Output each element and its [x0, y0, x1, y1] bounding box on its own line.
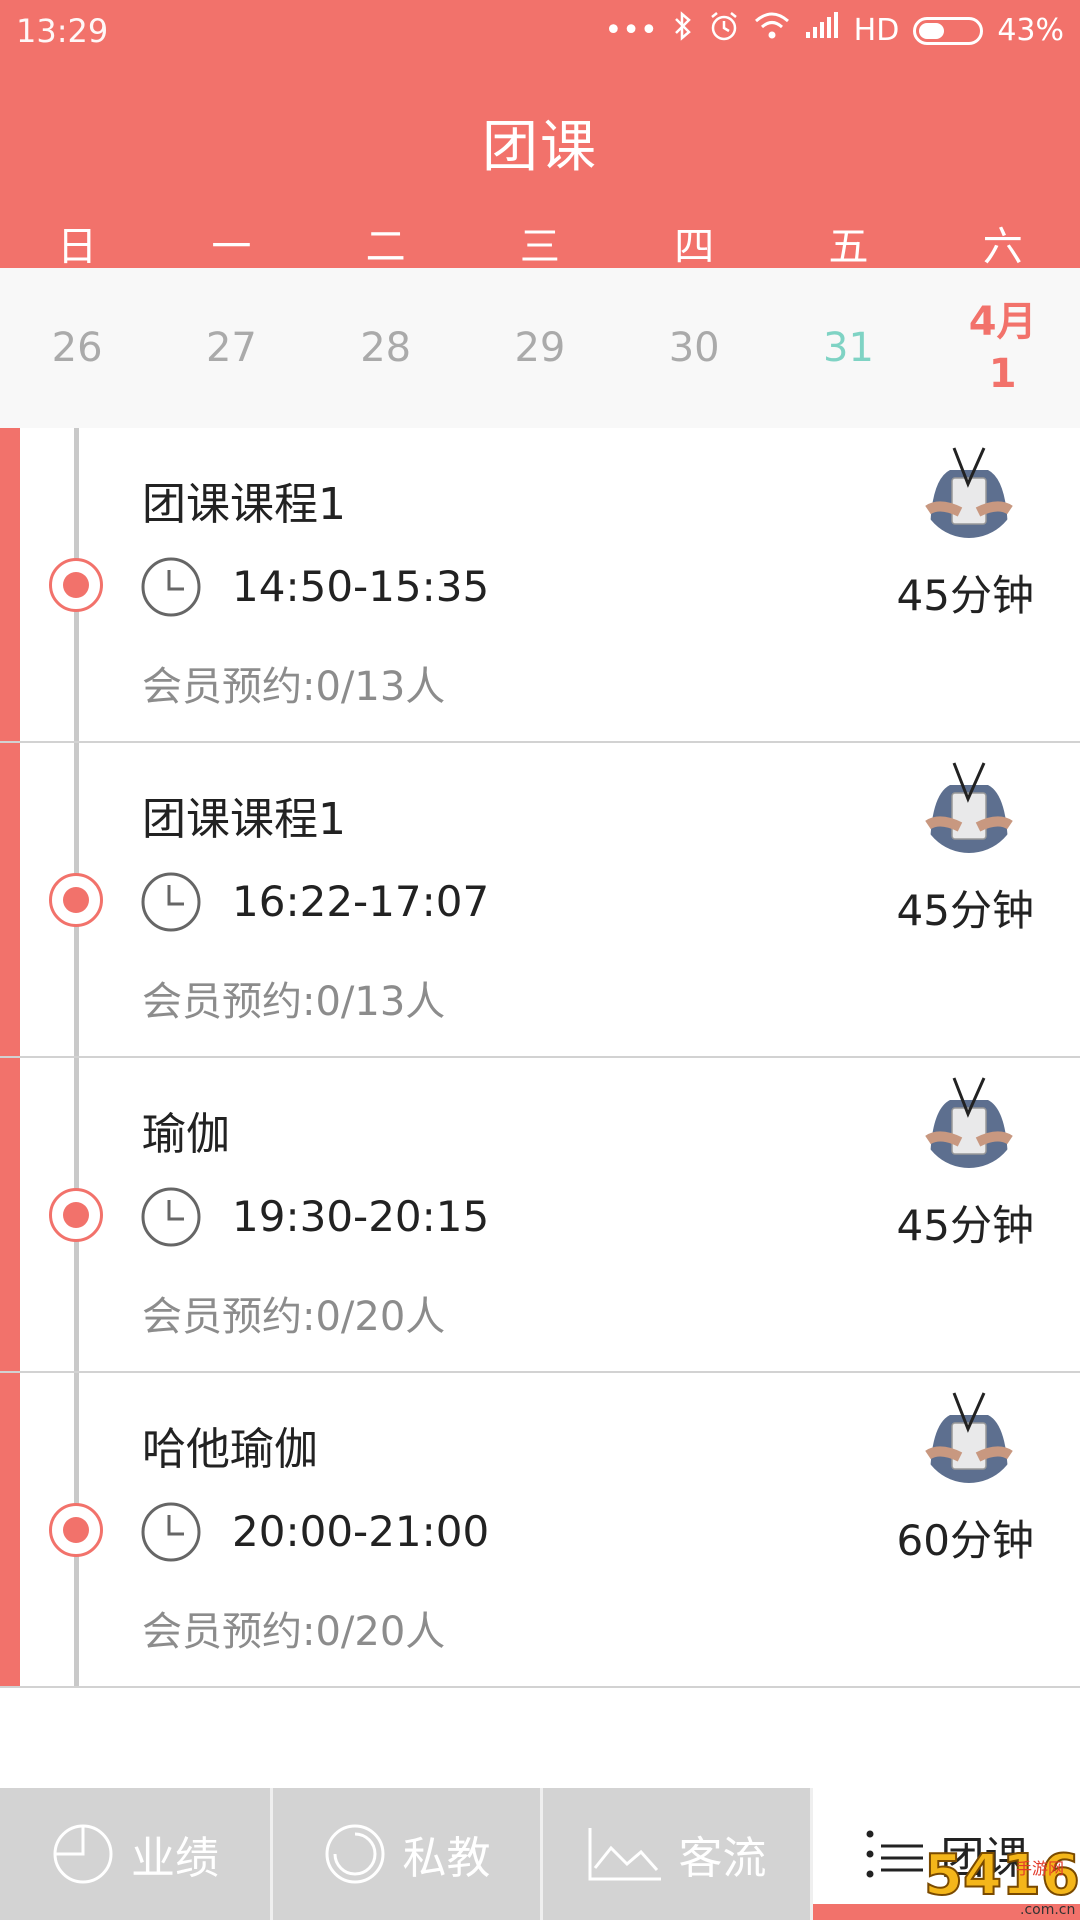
date-cell[interactable]: 29 — [463, 268, 617, 428]
svg-text:手游网: 手游网 — [1016, 1859, 1064, 1878]
date-cell[interactable]: 30 — [617, 268, 771, 428]
course-name: 哈他瑜伽 — [142, 1424, 318, 1475]
timeline-dot-icon — [49, 1503, 103, 1557]
weekday-label: 四 — [674, 224, 715, 270]
weekday-label: 日 — [57, 224, 98, 270]
clock-icon — [141, 1502, 201, 1562]
header: 13:29 ••• HD 43% 团课 日 一 二 三 四 五 六 — [0, 0, 1080, 270]
selected-day: 1 — [988, 351, 1017, 397]
tab-label: 私教 — [402, 1833, 491, 1884]
status-time: 13:29 — [16, 12, 109, 50]
battery-icon — [913, 16, 984, 45]
wifi-icon — [754, 11, 790, 50]
tab-performance[interactable]: 业绩 — [0, 1788, 270, 1920]
course-name: 瑜伽 — [142, 1109, 230, 1160]
timeline-dot-icon — [49, 1188, 103, 1242]
clock-icon — [141, 557, 201, 617]
more-dots-icon: ••• — [604, 12, 658, 48]
weekday-label: 三 — [519, 224, 560, 270]
course-booking: 会员预约:0/13人 — [142, 664, 446, 710]
tab-customer-flow[interactable]: 客流 — [540, 1788, 810, 1920]
coach-avatar[interactable] — [920, 1070, 1018, 1168]
accent-bar — [0, 1058, 20, 1371]
tab-private-coaching[interactable]: 私教 — [270, 1788, 540, 1920]
course-booking: 会员预约:0/20人 — [142, 1294, 446, 1340]
date-cell[interactable]: 26 — [0, 268, 154, 428]
line-chart-icon — [588, 1828, 661, 1881]
course-list: 团课课程1 14:50-15:35 会员预约:0/13人 45分钟 团课课程1 … — [0, 428, 1080, 1688]
weekday-row: 日 一 二 三 四 五 六 — [0, 214, 1080, 272]
course-name: 团课课程1 — [142, 794, 346, 845]
coach-avatar[interactable] — [920, 1385, 1018, 1483]
date-cell-selected[interactable]: 4月 1 — [926, 268, 1080, 428]
alarm-icon — [708, 10, 740, 51]
coach-avatar[interactable] — [920, 755, 1018, 853]
network-type: HD — [853, 12, 900, 48]
pie-chart-icon — [53, 1824, 113, 1884]
tab-label: 客流 — [678, 1833, 767, 1884]
battery-percent: 43% — [997, 12, 1064, 48]
accent-bar — [0, 1373, 20, 1686]
date-cell[interactable]: 28 — [309, 268, 463, 428]
course-time: 16:22-17:07 — [232, 877, 490, 926]
clock-icon — [141, 872, 201, 932]
course-name: 团课课程1 — [142, 479, 346, 530]
course-booking: 会员预约:0/20人 — [142, 1609, 446, 1655]
date-strip: 26 27 28 29 30 31 4月 1 — [0, 268, 1080, 428]
weekday-label: 一 — [211, 224, 252, 270]
course-item[interactable]: 团课课程1 14:50-15:35 会员预约:0/13人 45分钟 — [0, 428, 1080, 743]
timeline-dot-icon — [49, 873, 103, 927]
ring-icon — [325, 1824, 384, 1884]
watermark-logo: 5416 手游网 .com.cn — [920, 1834, 1080, 1920]
course-time: 19:30-20:15 — [232, 1192, 490, 1241]
tab-label: 业绩 — [131, 1833, 219, 1884]
course-booking: 会员预约:0/13人 — [142, 979, 446, 1025]
selected-month: 4月 — [968, 299, 1037, 345]
bluetooth-icon — [672, 11, 694, 50]
status-bar: 13:29 ••• HD 43% — [0, 0, 1080, 62]
page-title: 团课 — [482, 115, 598, 180]
course-duration: 45分钟 — [896, 571, 1034, 620]
course-duration: 60分钟 — [896, 1516, 1034, 1565]
clock-icon — [141, 1187, 201, 1247]
coach-avatar[interactable] — [920, 440, 1018, 538]
date-cell-today[interactable]: 31 — [771, 268, 925, 428]
list-icon — [866, 1830, 923, 1878]
course-item[interactable]: 团课课程1 16:22-17:07 会员预约:0/13人 45分钟 — [0, 743, 1080, 1058]
course-item[interactable]: 瑜伽 19:30-20:15 会员预约:0/20人 45分钟 — [0, 1058, 1080, 1373]
weekday-label: 五 — [828, 224, 869, 270]
weekday-label: 二 — [365, 224, 406, 270]
course-duration: 45分钟 — [896, 886, 1034, 935]
svg-text:.com.cn: .com.cn — [1020, 1902, 1075, 1918]
course-time: 14:50-15:35 — [232, 562, 490, 611]
course-time: 20:00-21:00 — [232, 1507, 490, 1556]
course-item[interactable]: 哈他瑜伽 20:00-21:00 会员预约:0/20人 60分钟 — [0, 1373, 1080, 1688]
accent-bar — [0, 428, 20, 741]
signal-icon — [804, 12, 840, 49]
course-duration: 45分钟 — [896, 1201, 1034, 1250]
timeline-dot-icon — [49, 558, 103, 612]
accent-bar — [0, 743, 20, 1056]
weekday-label: 六 — [982, 224, 1023, 270]
status-icons: ••• HD 43% — [605, 10, 1064, 51]
bottom-tab-bar: 业绩 私教 客流 团课 — [0, 1788, 1080, 1920]
date-cell[interactable]: 27 — [154, 268, 308, 428]
